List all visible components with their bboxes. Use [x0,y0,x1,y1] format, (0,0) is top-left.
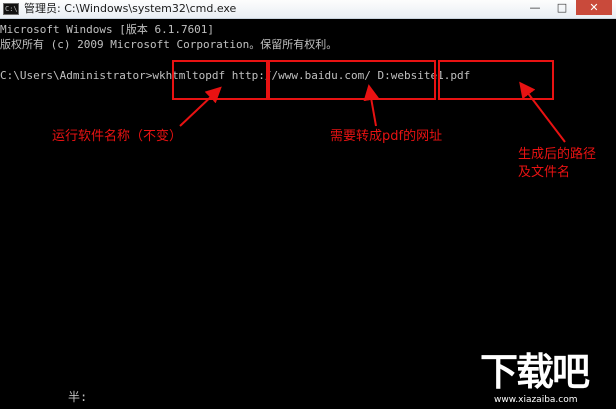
title-bar[interactable]: C:\ 管理员: C:\Windows\system32\cmd.exe — □… [0,0,616,19]
close-button[interactable]: ✕ [576,0,612,15]
software-name-highlight [172,60,268,100]
console-line-version: Microsoft Windows [版本 6.1.7601] [0,23,215,36]
annotation-output-path-line2: 及文件名 [518,165,571,180]
cmd-icon[interactable]: C:\ [3,3,19,15]
url-highlight [268,60,436,100]
annotation-software-name: 运行软件名称（不变） [52,129,183,144]
window-title: 管理员: C:\Windows\system32\cmd.exe [24,2,237,15]
console-line-copyright: 版权所有 (c) 2009 Microsoft Corporation。保留所有… [0,38,338,51]
console-bottom-text: 半: [68,390,88,404]
annotation-output-path-line1: 生成后的路径 [518,147,597,162]
maximize-button[interactable]: □ [549,0,575,15]
annotation-url: 需要转成pdf的网址 [330,129,443,144]
window-controls: — □ ✕ [521,0,612,16]
logo-url: www.xiazaiba.com [494,395,578,405]
logo-mark: 下载吧 [480,350,590,394]
minimize-button[interactable]: — [522,0,548,15]
xiazaiba-logo: 下载吧 www.xiazaiba.com [480,352,612,408]
output-path-highlight [438,60,554,100]
